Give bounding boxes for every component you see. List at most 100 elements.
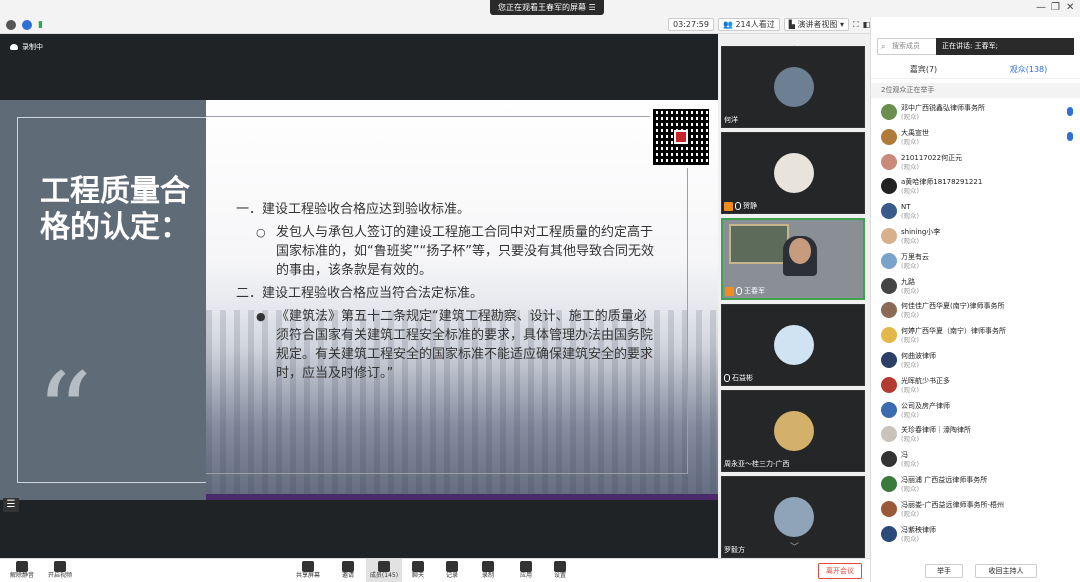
member-role: (观众) — [901, 187, 920, 196]
member-role: (观众) — [901, 360, 920, 369]
member-role: (观众) — [901, 286, 920, 295]
member-item[interactable]: 何曲波律师 (观众) — [871, 349, 1080, 374]
member-item[interactable]: a黄哈律师18178291221 (观众) — [871, 175, 1080, 200]
minimize-icon[interactable]: — — [1036, 2, 1046, 13]
video-tile[interactable]: 石益彬 — [721, 304, 865, 386]
member-item[interactable]: shining小李 (观众) — [871, 225, 1080, 250]
member-role: (观众) — [901, 212, 920, 221]
member-item[interactable]: 冯 (观众) — [871, 448, 1080, 473]
member-item[interactable]: 冯丽娄-广西益远律师事务所-梧州 (观众) — [871, 498, 1080, 523]
participant-name: 石益彬 — [732, 374, 753, 382]
toolbar-button[interactable]: 共享屏幕 — [290, 559, 326, 582]
member-search-input[interactable]: ⌕ 搜索成员 正在讲话: 王春军; — [877, 38, 1074, 55]
host-icon — [724, 201, 733, 211]
member-name: 大禹宣世 — [901, 128, 929, 137]
host-icon — [725, 286, 734, 296]
member-item[interactable]: 大禹宣世 (观众) — [871, 126, 1080, 151]
toolbar-button[interactable]: 录制 — [470, 559, 506, 582]
wall-painting — [729, 224, 789, 264]
tab-audience[interactable]: 观众(138) — [976, 61, 1080, 78]
video-tile[interactable]: 贺静 — [721, 132, 865, 214]
share-banner[interactable]: 您正在观看王春军的屏幕 ☰ — [490, 0, 604, 15]
video-tile-name: 石益彬 — [724, 373, 753, 383]
tab-guests[interactable]: 嘉宾(7) — [871, 61, 976, 78]
presentation-slide: 工程质量合格的认定： “ 一．建设工程验收合格应达到验收标准。 ○ 发包人与承包… — [0, 100, 718, 500]
participant-name: 王春军 — [744, 287, 765, 295]
members-icon — [378, 561, 390, 572]
scroll-down-icon[interactable]: ﹀ — [790, 540, 799, 553]
meeting-toolbar: 离开会议 解除静音 开启视频 共享屏幕 邀请 成员(145) 聊天 记录 录制 应用 设置 — [0, 558, 870, 582]
toolbar-button[interactable]: 记录 — [434, 559, 470, 582]
list-menu-icon[interactable]: ☰ — [3, 498, 19, 512]
slide-point-1: 一．建设工程验收合格应达到验收标准。 — [236, 202, 471, 217]
leave-meeting-button[interactable]: 离开会议 — [818, 563, 862, 579]
close-icon[interactable]: ✕ — [1066, 2, 1074, 13]
video-tile-active-speaker[interactable]: 王春军 — [721, 218, 865, 300]
avatar — [881, 500, 897, 517]
slide-subpoint-2-text: 《建筑法》第五十二条规定“建筑工程勘察、设计、施工的质量必须符合国家有关建筑工程… — [276, 309, 654, 381]
shield-icon[interactable] — [22, 20, 32, 30]
video-tile[interactable]: 何洋 — [721, 46, 865, 128]
toolbar-label: 成员(145) — [369, 572, 399, 579]
member-name: 冯丽浦 广西益远律师事务所 — [901, 475, 988, 484]
share-screen-icon — [302, 561, 314, 572]
search-icon: ⌕ — [881, 42, 886, 51]
member-name: NT — [901, 203, 911, 212]
avatar — [881, 178, 897, 195]
raise-hand-notice[interactable]: 2位观众正在举手 — [871, 83, 1080, 98]
participant-name: 周永亚～桂三力-广西 — [724, 460, 790, 468]
restore-icon[interactable]: ❐ — [1051, 2, 1060, 13]
toolbar-button[interactable]: 解除静音 — [4, 559, 40, 582]
member-role: (观众) — [901, 113, 920, 121]
member-item[interactable]: 冯丽浦 广西益远律师事务所 (观众) — [871, 473, 1080, 498]
speaker-face — [789, 238, 811, 264]
raised-hand-icon — [1067, 107, 1073, 116]
video-tile-name: 贺静 — [724, 201, 757, 211]
member-name: 邓中广西锐鑫弘律师事务所 — [901, 104, 985, 112]
member-item[interactable]: 邓中广西锐鑫弘律师事务所 (观众) — [871, 101, 1080, 126]
view-mode-select[interactable]: ▙ 演讲者视图 ▾ — [783, 18, 849, 31]
member-name: 冯丽娄-广西益远律师事务所-梧州 — [901, 500, 1005, 509]
member-item[interactable]: 冯紫秧律师 (观众) — [871, 523, 1080, 548]
quote-mark: “ — [36, 349, 93, 477]
member-item[interactable]: 光晖航少书正多 (观众) — [871, 374, 1080, 399]
video-tile-name: 罗毅方 — [724, 545, 745, 555]
video-tile-name: 王春军 — [725, 286, 765, 296]
toolbar-label: 开启视频 — [47, 572, 72, 579]
member-item[interactable]: 何婷广西华夏（南宁）律师事务所 (观众) — [871, 324, 1080, 349]
video-tile[interactable]: 周永亚～桂三力-广西 — [721, 390, 865, 472]
info-icon[interactable] — [6, 20, 16, 30]
member-name: 关珍春律师｜濠陶律所 — [901, 426, 971, 435]
toolbar-button[interactable]: 应用 — [508, 559, 544, 582]
member-item[interactable]: NT (观众) — [871, 200, 1080, 225]
toolbar-button[interactable]: 成员(145) — [366, 559, 402, 582]
toolbar-label: 聊天 — [411, 572, 424, 579]
search-placeholder: 搜索成员 — [892, 42, 920, 50]
toolbar-button[interactable]: 聊天 — [400, 559, 436, 582]
raise-hand-button[interactable]: 举手 — [925, 564, 963, 578]
toolbar-button[interactable]: 开启视频 — [42, 559, 78, 582]
member-item[interactable]: 何佳佳广西华夏(南宁)律师事务所 (观众) — [871, 299, 1080, 324]
hollow-bullet-icon: ○ — [256, 226, 266, 239]
recording-indicator: 录制中 — [10, 42, 43, 52]
avatar — [881, 203, 897, 220]
slide-footer-bar — [206, 494, 718, 500]
viewers-count[interactable]: 👥 214人看过 — [717, 18, 780, 31]
member-name: 冯紫秧律师 — [901, 525, 936, 534]
participant-name: 罗毅方 — [724, 546, 745, 554]
member-item[interactable]: 210117022何正元 (观众) — [871, 151, 1080, 176]
member-item[interactable]: 公司及房产律师 (观众) — [871, 399, 1080, 424]
avatar — [881, 351, 897, 368]
view-mode-label: 演讲者视图 — [797, 20, 838, 29]
member-item[interactable]: 万里有云 (观众) — [871, 250, 1080, 275]
reclaim-host-button[interactable]: 收回主持人 — [975, 564, 1037, 578]
fullscreen-icon[interactable]: ⛶ — [853, 20, 859, 30]
avatar — [881, 525, 897, 542]
toolbar-button[interactable]: 设置 — [542, 559, 578, 582]
signal-icon[interactable]: ▮ — [38, 20, 43, 30]
member-name: 公司及房产律师 — [901, 401, 950, 410]
toolbar-label: 记录 — [445, 572, 458, 579]
member-item[interactable]: 九路 (观众) — [871, 275, 1080, 300]
member-item[interactable]: 关珍春律师｜濠陶律所 (观众) — [871, 423, 1080, 448]
toolbar-button[interactable]: 邀请 — [330, 559, 366, 582]
